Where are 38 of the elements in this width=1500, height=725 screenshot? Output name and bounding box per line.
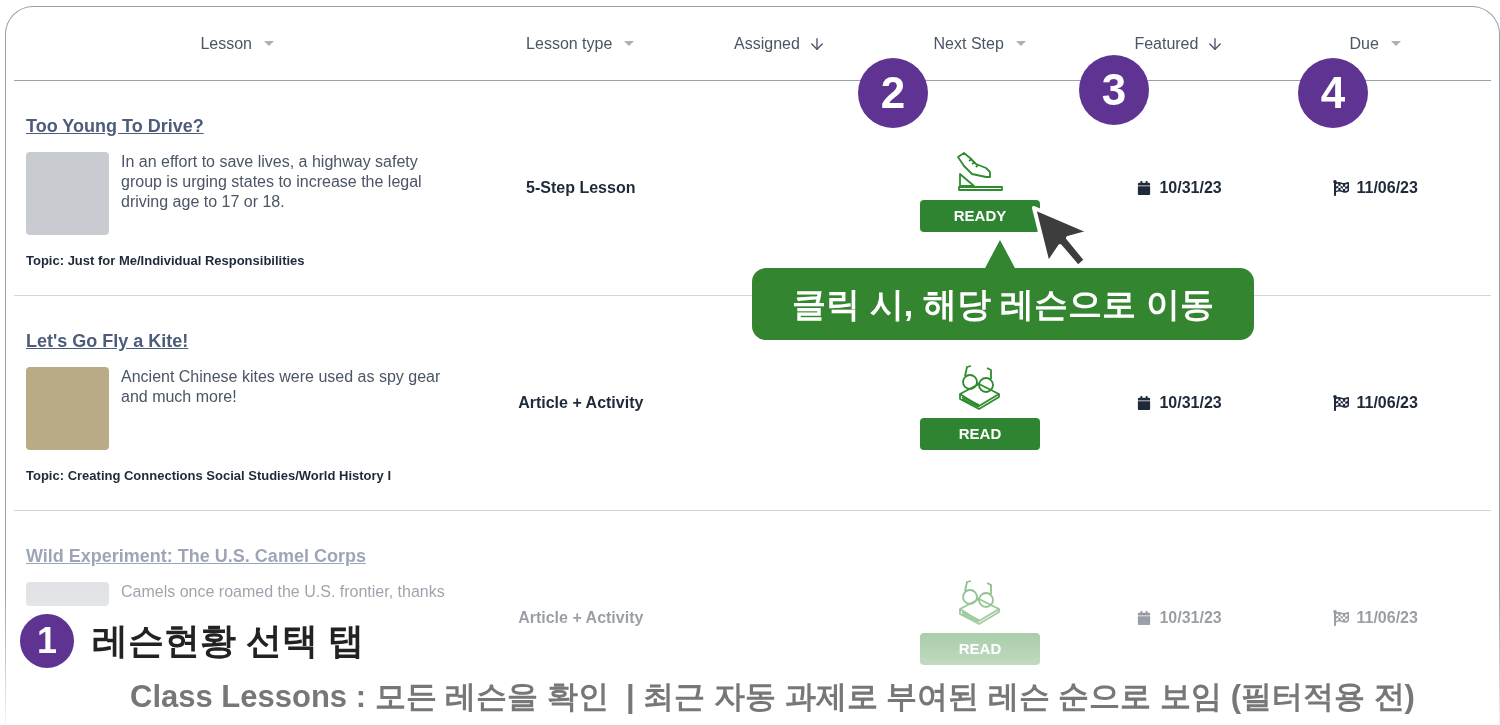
next-step-button[interactable]: READY — [920, 200, 1040, 232]
due-date: 11/06/23 — [1356, 178, 1418, 198]
lesson-description: Camels once roamed the U.S. frontier, thanks — [121, 582, 446, 602]
dropdown-caret-icon — [624, 40, 635, 47]
lesson-type: Article + Activity — [518, 608, 644, 628]
lesson-description: In an effort to save lives, a highway safety group is urging states to increase the legal driving age to 17 or 18. — [121, 152, 423, 212]
step-number-marker: 1 — [18, 612, 76, 670]
checkered-flag-icon — [1332, 395, 1349, 411]
step-number-marker: 3 — [1079, 55, 1149, 125]
checkered-flag-icon — [1332, 180, 1349, 196]
callout-title: 레슨현황 선택 탭 — [92, 619, 364, 663]
callout-caption: Class Lessons : 모든 레슨을 확인 | 최근 자동 과제로 부여된 레슨 순으로 보임 (필터적용 전) — [130, 678, 1416, 716]
featured-date: 10/31/23 — [1159, 393, 1222, 413]
calendar-icon — [1137, 396, 1152, 410]
lesson-topic: Topic: Creating Connections Social Studies/World History I — [26, 467, 392, 485]
dropdown-caret-icon — [264, 40, 274, 47]
lesson-topic: Topic: Just for Me/Individual Responsibilities — [26, 252, 306, 270]
next-step-button[interactable]: READ — [920, 418, 1040, 450]
step-number-marker: 4 — [1298, 58, 1368, 128]
lesson-title-link[interactable]: Too Young To Drive? — [26, 116, 204, 136]
glasses-on-book-icon — [957, 364, 1003, 410]
shoe-on-ramp-icon — [956, 152, 1004, 192]
step-number-marker: 2 — [858, 58, 928, 128]
column-header[interactable]: Assigned — [700, 7, 860, 80]
featured-date: 10/31/23 — [1159, 178, 1222, 198]
column-header[interactable]: Lesson — [14, 7, 461, 80]
lesson-title-link[interactable]: Let's Go Fly a Kite! — [26, 331, 189, 351]
lesson-description: Ancient Chinese kites were used as spy gear and much more! — [121, 367, 442, 407]
dropdown-caret-icon — [1015, 40, 1026, 47]
tooltip-bubble: 클릭 시, 해당 레슨으로 이동 — [752, 268, 1254, 340]
calendar-icon — [1137, 181, 1152, 195]
due-date: 11/06/23 — [1356, 393, 1418, 413]
lesson-type: Article + Activity — [518, 393, 644, 413]
featured-date: 10/31/23 — [1159, 608, 1222, 628]
column-header[interactable]: Lesson type — [460, 7, 701, 80]
lesson-type: 5-Step Lesson — [526, 178, 636, 198]
dropdown-caret-icon — [1390, 40, 1401, 47]
due-date: 11/06/23 — [1356, 608, 1418, 628]
